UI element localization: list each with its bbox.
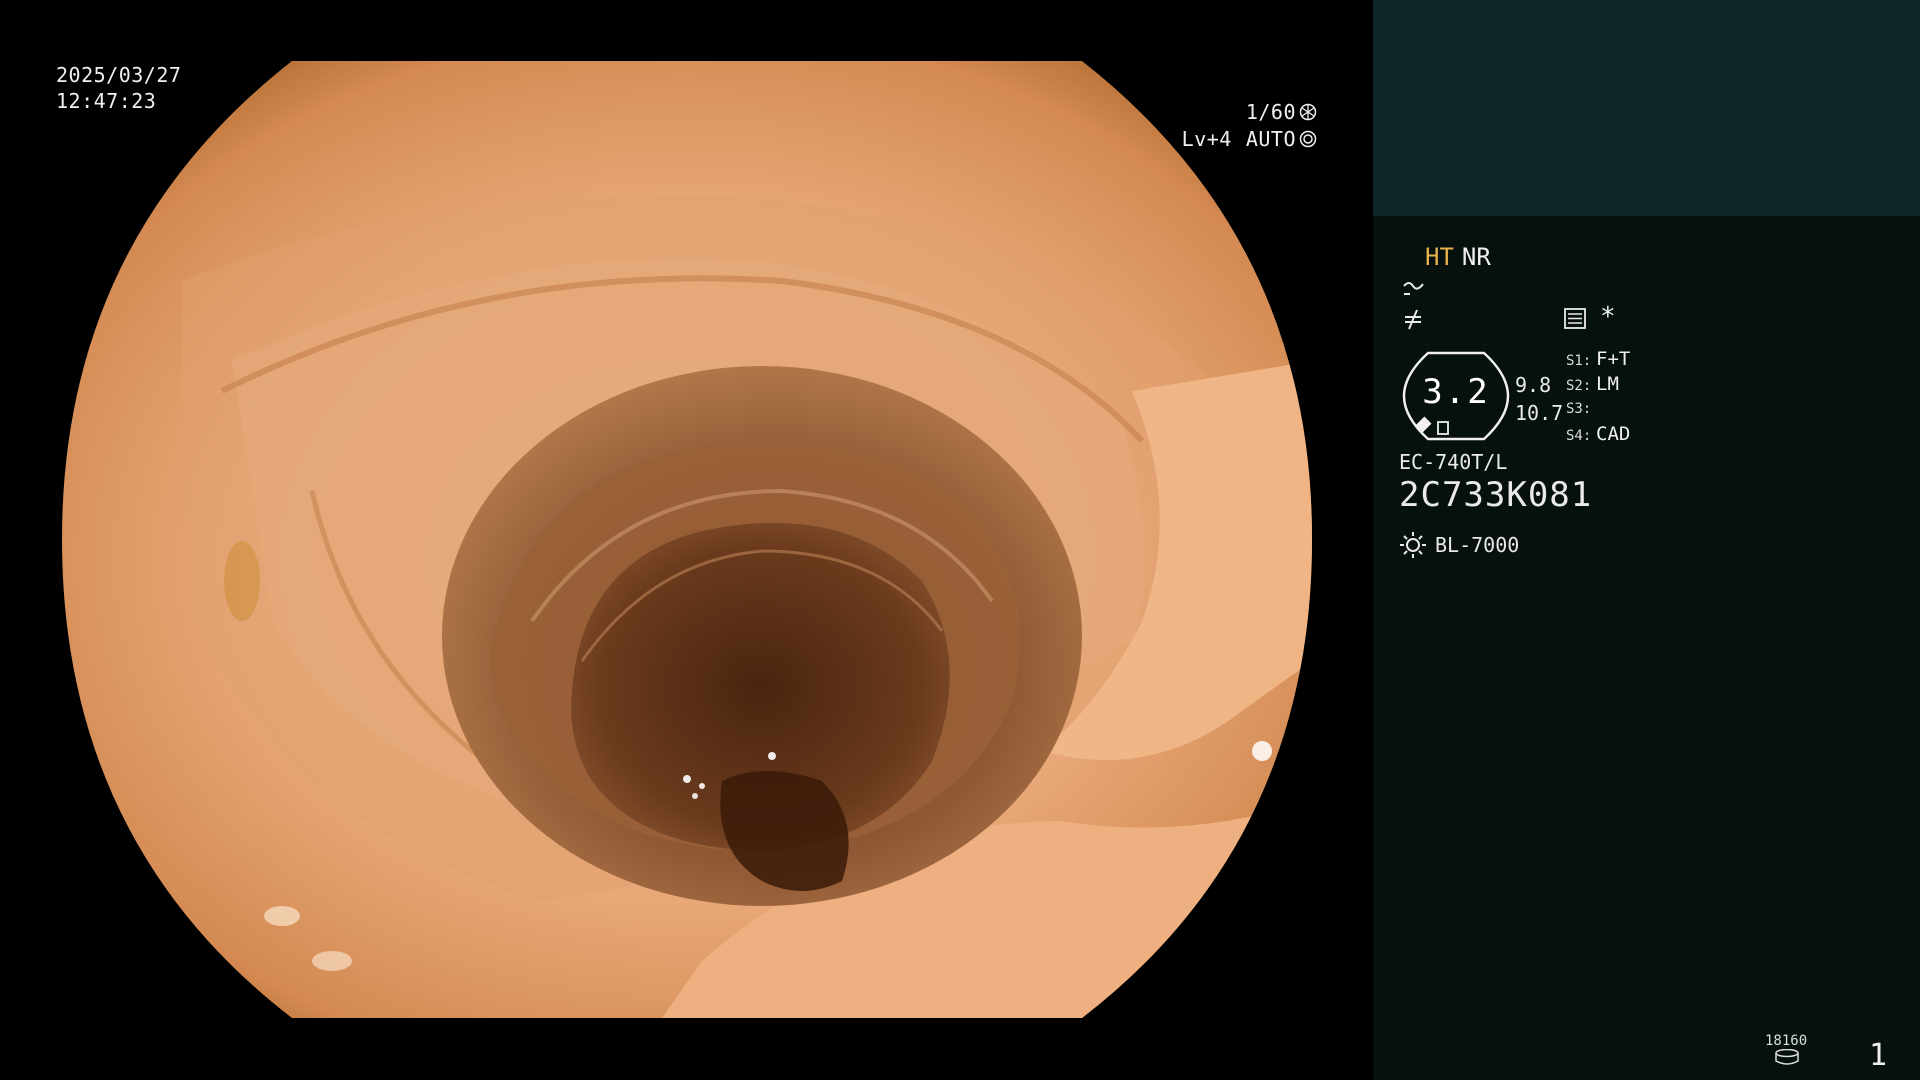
zoom-value: 3.2 xyxy=(1422,372,1490,412)
level-value: Lv+4 xyxy=(1181,126,1232,151)
asterisk-marker: * xyxy=(1600,302,1616,332)
scope-serial: 2C733K081 xyxy=(1399,475,1593,515)
page-number: 1 xyxy=(1869,1038,1888,1073)
switch-key: S2: xyxy=(1566,378,1592,394)
info-panel: HT NR * 3.2 9.8 10.7 S1: F+T S2: LM S3: … xyxy=(1373,0,1920,1080)
iris-value: AUTO xyxy=(1245,126,1296,151)
scope-model: EC-740T/L xyxy=(1399,450,1508,474)
switch-row: S4: CAD xyxy=(1566,422,1630,447)
endoscopic-image xyxy=(62,61,1312,1018)
exposure-info: 1/60 Lv+4 AUTO xyxy=(1117,98,1317,152)
zoom-sub1: 9.8 xyxy=(1515,373,1552,397)
zoom-sub2: 10.7 xyxy=(1515,401,1564,425)
mode-ht: HT xyxy=(1425,243,1454,271)
light-source-label: BL-7000 xyxy=(1435,533,1520,557)
color-enhance-icon xyxy=(1405,309,1421,330)
time-text: 12:47:23 xyxy=(56,89,157,113)
switch-row: S2: LM xyxy=(1566,372,1630,397)
switch-row: S1: F+T xyxy=(1566,347,1630,372)
zoom-subvalues: 9.8 10.7 xyxy=(1515,371,1563,427)
iris-icon xyxy=(1299,130,1317,147)
switch-key: S1: xyxy=(1566,353,1592,369)
shutter-icon xyxy=(1299,103,1317,120)
date-text: 2025/03/27 xyxy=(56,63,182,87)
switch-key: S3: xyxy=(1566,401,1592,417)
image-mode: HT NR xyxy=(1425,243,1491,271)
settings-list-icon xyxy=(1564,308,1586,329)
switch-value: CAD xyxy=(1596,423,1631,445)
light-source: BL-7000 xyxy=(1399,531,1519,559)
storage-icon xyxy=(1775,1049,1799,1065)
mode-nr: NR xyxy=(1461,243,1491,271)
structure-enhance-icon xyxy=(1403,282,1424,295)
shutter-value: 1/60 xyxy=(1245,99,1296,124)
light-source-icon xyxy=(1400,532,1426,558)
endoscopy-screen: 2025/03/27 12:47:23 1/60 Lv+4 AUTO HT NR… xyxy=(0,0,1920,1080)
switch-value: F+T xyxy=(1596,348,1631,370)
image-counter: 18160 xyxy=(1765,1033,1808,1049)
timestamp: 2025/03/27 12:47:23 xyxy=(56,62,181,114)
video-pane: 2025/03/27 12:47:23 1/60 Lv+4 AUTO xyxy=(0,0,1373,1080)
switch-key: S4: xyxy=(1566,428,1592,444)
scope-switch-list: S1: F+T S2: LM S3: S4: CAD xyxy=(1566,347,1630,447)
level-row: Lv+4 AUTO xyxy=(1117,125,1317,152)
info-panel-header xyxy=(1373,0,1920,216)
shutter-row: 1/60 xyxy=(1117,98,1317,125)
switch-value: LM xyxy=(1596,373,1619,395)
switch-row: S3: xyxy=(1566,397,1630,422)
